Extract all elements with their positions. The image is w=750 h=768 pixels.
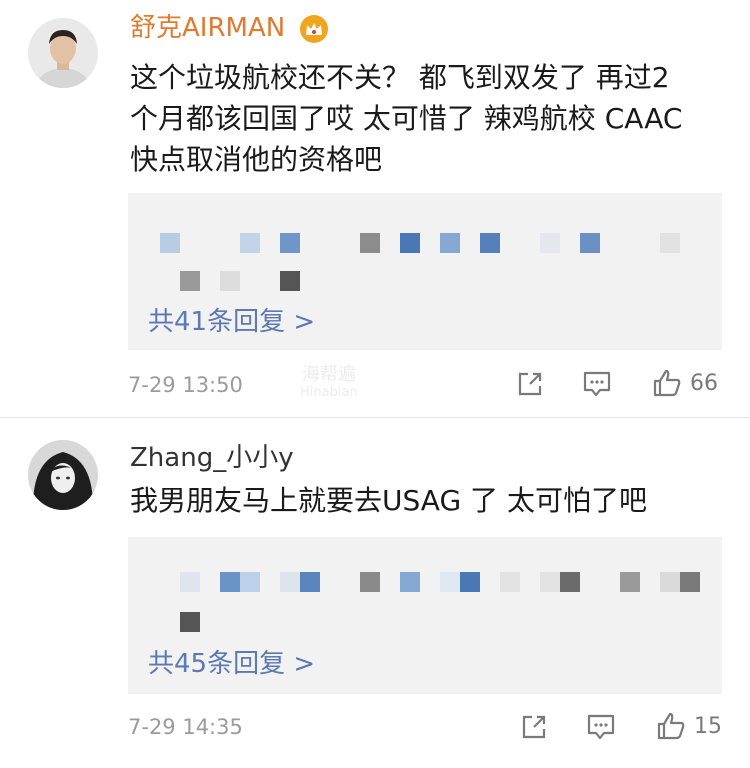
blurred-text <box>460 572 480 592</box>
blurred-text <box>400 572 420 592</box>
like-count: 15 <box>694 713 722 739</box>
blurred-text <box>160 233 180 253</box>
avatar[interactable] <box>28 18 98 88</box>
avatar[interactable] <box>28 440 98 510</box>
blurred-text <box>300 572 320 592</box>
blurred-text <box>280 271 300 291</box>
comment-text-line: 个月都该回国了哎 太可惜了 辣鸡航校 CAAC <box>130 102 683 135</box>
reply-preview-box[interactable]: 共41条回复 > <box>128 193 722 350</box>
share-icon <box>522 715 546 739</box>
blurred-text <box>680 572 700 592</box>
blurred-text <box>440 233 460 253</box>
share-button[interactable] <box>520 713 548 741</box>
comment-icon <box>587 714 615 740</box>
blurred-text <box>580 233 600 253</box>
timestamp: 7-29 14:35 <box>128 715 243 739</box>
reply-preview-box[interactable]: 共45条回复 > <box>128 537 722 694</box>
share-icon <box>518 372 542 396</box>
comment-text-line: 快点取消他的资格吧 <box>130 143 383 176</box>
verified-crown-icon <box>300 15 328 43</box>
blurred-text <box>660 233 680 253</box>
blurred-text <box>240 572 260 592</box>
blurred-text <box>480 233 500 253</box>
blurred-text <box>360 233 380 253</box>
blurred-text <box>500 572 520 592</box>
comment-text-line: 我男朋友马上就要去USAG 了 太可怕了吧 <box>130 484 647 517</box>
blurred-text <box>540 233 560 253</box>
blurred-text <box>660 572 680 592</box>
comment-text: 这个垃圾航校还不关？ 都飞到双发了 再过2 个月都该回国了哎 太可惜了 辣鸡航校… <box>130 57 730 180</box>
like-button[interactable]: 66 <box>652 368 718 398</box>
like-icon <box>657 712 685 740</box>
blurred-text <box>240 233 260 253</box>
watermark-line: 海帮遍 <box>301 364 356 385</box>
share-button[interactable] <box>516 370 544 398</box>
comment-icon <box>583 371 611 397</box>
divider <box>0 417 750 418</box>
username[interactable]: Zhang_小小y <box>130 442 294 474</box>
blurred-text <box>620 572 640 592</box>
blurred-text <box>180 612 200 632</box>
blurred-text <box>180 271 200 291</box>
username[interactable]: 舒克AIRMAN <box>130 12 285 44</box>
blurred-text <box>280 572 300 592</box>
comment-text-line: 这个垃圾航校还不关？ 都飞到双发了 再过2 <box>130 61 670 94</box>
timestamp: 7-29 13:50 <box>128 373 243 397</box>
blurred-text <box>280 233 300 253</box>
comment-text: 我男朋友马上就要去USAG 了 太可怕了吧 <box>130 480 730 521</box>
blurred-text <box>220 572 240 592</box>
blurred-text <box>560 572 580 592</box>
blurred-text <box>440 572 460 592</box>
blurred-text <box>220 271 240 291</box>
blurred-text <box>360 572 380 592</box>
like-icon <box>653 369 681 397</box>
watermark-line: Hinabian <box>300 385 358 400</box>
watermark: 海帮遍 Hinabian <box>300 366 358 402</box>
like-count: 66 <box>690 370 718 396</box>
comment-button[interactable] <box>582 370 612 398</box>
comment-button[interactable] <box>586 713 616 741</box>
blurred-text <box>180 572 200 592</box>
blurred-text <box>400 233 420 253</box>
more-replies-link[interactable]: 共41条回复 > <box>148 301 315 338</box>
like-button[interactable]: 15 <box>656 711 722 741</box>
blurred-text <box>540 572 560 592</box>
more-replies-link[interactable]: 共45条回复 > <box>148 643 315 680</box>
